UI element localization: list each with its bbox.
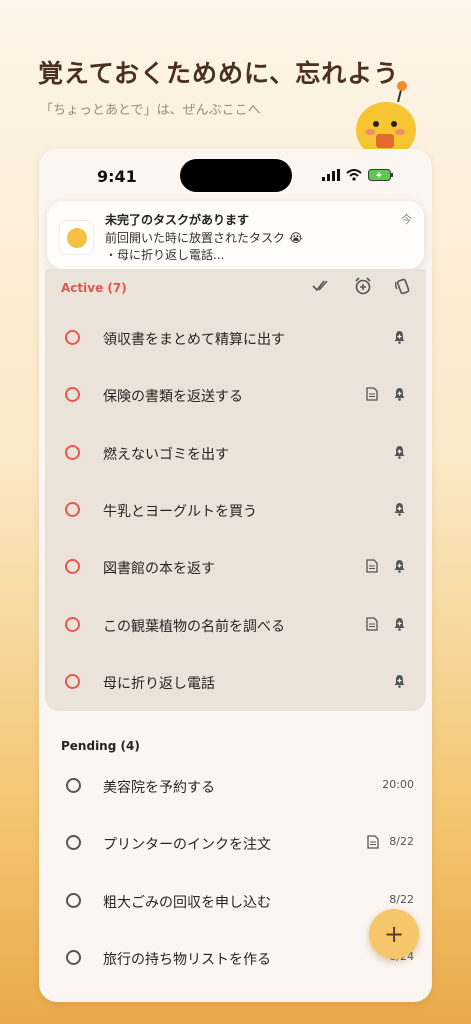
active-task-row[interactable]: 牛乳とヨーグルトを買う <box>45 491 426 531</box>
task-label: 母に折り返し電話 <box>103 675 215 692</box>
status-bar: 9:41 <box>39 149 432 201</box>
active-task-row[interactable]: 保険の書類を返送する <box>45 376 426 416</box>
document-icon <box>367 835 379 849</box>
complete-checkbox[interactable] <box>66 949 81 965</box>
pending-task-row[interactable]: プリンターのインクを注文 8/22 <box>39 824 432 864</box>
task-label: 旅行の持ち物リストを作る <box>103 951 271 968</box>
subline: 「ちょっとあとで」は、ぜんぶここへ <box>40 103 261 118</box>
document-icon <box>366 387 378 401</box>
task-due: 20:00 <box>382 778 414 791</box>
pending-task-row[interactable]: 美容院を予約する 20:00 <box>39 767 432 807</box>
reminder-bell-icon[interactable] <box>393 502 406 516</box>
complete-checkbox[interactable] <box>65 330 80 345</box>
active-task-row[interactable]: 母に折り返し電話 <box>45 663 426 703</box>
reminder-bell-icon[interactable] <box>393 445 406 459</box>
task-due: 8/22 <box>389 892 414 906</box>
reminder-bell-icon[interactable] <box>393 559 406 573</box>
pending-header: Pending (4) <box>61 739 140 753</box>
task-label: 保険の書類を返送する <box>103 389 243 406</box>
active-task-row[interactable]: 図書館の本を返す <box>45 548 426 588</box>
reminder-bell-icon[interactable] <box>393 330 406 344</box>
task-label: この観葉植物の名前を調べる <box>103 618 285 635</box>
mascot-illustration <box>356 81 416 158</box>
complete-checkbox[interactable] <box>66 835 81 851</box>
active-task-row[interactable]: この観葉植物の名前を調べる <box>45 606 426 646</box>
headline: 覚えておくためめに、忘れよう <box>38 59 400 88</box>
complete-checkbox[interactable] <box>66 892 81 908</box>
app-icon <box>59 220 94 255</box>
task-label: プリンターのインクを注文 <box>103 837 271 854</box>
notification-line2: ・母に折り返し電話... <box>105 248 225 262</box>
complete-checkbox[interactable] <box>65 501 80 517</box>
reminder-bell-icon[interactable] <box>393 617 406 631</box>
notification-banner[interactable]: 未完了のタスクがあります 前回開いた時に放置されたタスク 😭 ・母に折り返し電話… <box>47 201 424 269</box>
reminder-bell-icon[interactable] <box>393 387 406 402</box>
notification-title: 未完了のタスクがあります <box>105 213 250 227</box>
signal-icon <box>322 169 340 181</box>
task-label: 図書館の本を返す <box>103 561 215 578</box>
dynamic-island <box>180 159 292 192</box>
active-task-row[interactable]: 領収書をまとめて精算に出す <box>45 319 426 359</box>
document-icon <box>366 616 378 631</box>
task-label: 粗大ごみの回収を申し込む <box>103 894 271 911</box>
phone-frame: 9:41 未完了のタスクがあります 前回開いた時に放置されたタスク 😭 ・母に折… <box>39 149 432 1002</box>
status-time: 9:41 <box>97 167 137 186</box>
shake-icon[interactable] <box>394 277 412 295</box>
complete-checkbox[interactable] <box>65 387 80 403</box>
battery-icon <box>368 169 393 181</box>
task-due: 8/22 <box>389 835 414 849</box>
notification-time: 今 <box>401 213 412 226</box>
pending-task-row[interactable]: 粗大ごみの回収を申し込む 8/22 <box>39 882 432 922</box>
active-task-row[interactable]: 燃えないゴミを出す <box>45 434 426 474</box>
complete-checkbox[interactable] <box>66 778 81 793</box>
add-alarm-icon[interactable] <box>354 277 372 295</box>
active-section: Active (7) 領収書をまとめて精算に出す 保険の書類を返送する 燃えないゴミ… <box>45 269 426 711</box>
document-icon <box>366 559 378 573</box>
task-label: 領収書をまとめて精算に出す <box>103 332 285 348</box>
complete-checkbox[interactable] <box>65 444 80 460</box>
task-label: 牛乳とヨーグルトを買う <box>103 503 257 520</box>
wifi-icon <box>346 169 362 181</box>
complete-checkbox[interactable] <box>65 673 80 689</box>
mark-all-done-icon[interactable] <box>312 277 332 295</box>
reminder-bell-icon[interactable] <box>393 674 406 688</box>
task-label: 燃えないゴミを出す <box>103 446 229 463</box>
active-header: Active (7) <box>61 281 127 295</box>
task-label: 美容院を予約する <box>103 780 215 796</box>
add-task-button[interactable]: + <box>369 909 419 959</box>
notification-line1: 前回開いた時に放置されたタスク 😭 <box>105 231 303 245</box>
complete-checkbox[interactable] <box>65 616 80 632</box>
complete-checkbox[interactable] <box>65 559 80 575</box>
